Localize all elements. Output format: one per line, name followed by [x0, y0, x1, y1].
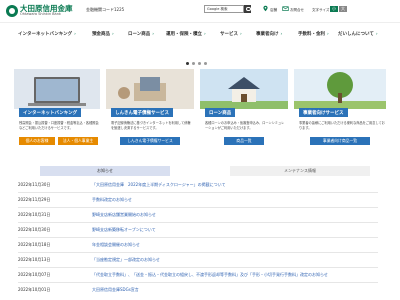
nav-item-investment[interactable]: 運用・保険・積立 [166, 30, 206, 40]
news-link[interactable]: 「大田原信用金庫 2022年度上半期ディスクロージャー」の掲載について [92, 182, 226, 188]
logo-sub: Ohtawara Shinkin Bank [20, 12, 61, 16]
news-date: 2022年10月01日 [18, 287, 51, 292]
bank-code: 金融機関コード1225 [86, 7, 125, 12]
loan-products-button[interactable]: 商品一覧 [224, 137, 264, 145]
nav-item-service[interactable]: サービス [220, 30, 242, 40]
card-desc: 電子記録債権法に基づきインターネットを利用して債権を譲渡し決済するサービスです。 [111, 121, 191, 130]
slider-dot-1[interactable] [186, 62, 189, 65]
card-business: 事業者向けサービス 事業者の皆様にご利用いただける便利な商品をご用意しております… [294, 69, 386, 151]
news-link[interactable]: 年金相談会開催のお知らせ [92, 242, 140, 248]
card-title: インターネットバンキング [19, 108, 82, 117]
news-list: 2022年11月30日 「大田原信用金庫 2022年度上半期ディスクロージャー」… [0, 178, 400, 300]
house-image [200, 69, 288, 109]
news-link[interactable]: 手数料改定のお知らせ [92, 197, 132, 203]
news-date: 2022年10月18日 [18, 242, 51, 247]
search-button[interactable] [244, 5, 251, 13]
service-cards: インターネットバンキング 残高照会・振込振替・口座振替・税金等払込・各種照会など… [0, 69, 400, 161]
news-row[interactable]: 2022年10月01日 大田原信用金庫SDGs宣言 [18, 283, 378, 298]
news-date: 2022年11月30日 [18, 182, 51, 187]
store-icon[interactable] [262, 5, 269, 12]
store-label[interactable]: 店舗 [270, 8, 277, 13]
site-header: 大田原信用金庫 Ohtawara Shinkin Bank 金融機関コード122… [0, 0, 400, 22]
news-tabs: お知らせ メンテナンス情報 [0, 164, 400, 176]
logo-icon[interactable] [6, 5, 18, 17]
card-desc: 残高照会・振込振替・口座振替・税金等払込・各種照会などご利用いただけるサービスで… [19, 121, 99, 130]
nav-item-business[interactable]: 事業者向け [256, 30, 282, 40]
office-image [106, 69, 194, 109]
nav-item-loan[interactable]: ローン商品 [128, 30, 154, 40]
business-products-button[interactable]: 事業者向け商品一覧 [310, 137, 370, 145]
news-date: 2022年10月13日 [18, 257, 51, 262]
card-e-credit: しんきん電子債権サービス 電子記録債権法に基づきインターネットを利用して債権を譲… [106, 69, 194, 151]
card-desc: 事業者の皆様にご利用いただける便利な商品をご用意しております。 [299, 121, 385, 130]
corporate-customer-button[interactable]: 法人・個人事業主 [58, 137, 98, 145]
font-small-button[interactable]: 小 [330, 6, 338, 12]
news-row[interactable]: 2022年10月30日 野崎支店新築移転オープンについて [18, 223, 378, 238]
news-link[interactable]: 野崎支店新築移転オープンについて [92, 227, 156, 233]
news-date: 2022年10月30日 [18, 227, 51, 232]
e-credit-button[interactable]: しんきん電子債権サービス [120, 137, 180, 145]
card-title: しんきん電子債権サービス [111, 108, 173, 117]
card-loan: ローン商品 各種ローンのお申込み・仮審査申込み、ローンシミュレーションがご利用い… [200, 69, 288, 151]
news-row[interactable]: 2022年10月07日 「代金取立手数料」、「送金・振込・代金取立の組戻し、不渡… [18, 268, 378, 283]
global-nav: インターネットバンキング 預金商品 ローン商品 運用・保険・積立 サービス 事業… [0, 22, 400, 46]
card-title: ローン商品 [205, 108, 236, 117]
tab-news[interactable]: お知らせ [40, 166, 170, 176]
tab-maintenance[interactable]: メンテナンス情報 [230, 166, 370, 176]
mail-icon[interactable] [282, 5, 289, 12]
personal-customer-button[interactable]: 個人のお客様 [19, 137, 55, 145]
news-date: 2022年10月31日 [18, 212, 51, 217]
slider-dot-4[interactable] [204, 62, 207, 65]
fontsize-label: 文字サイズ [312, 8, 330, 12]
nav-item-about[interactable]: だいしんについて [338, 30, 378, 40]
laptop-image [14, 69, 100, 109]
tree-image [294, 69, 386, 109]
news-row[interactable]: 2022年11月30日 「大田原信用金庫 2022年度上半期ディスクロージャー」… [18, 178, 378, 193]
news-link[interactable]: 「当座勘定規定」一部改定のお知らせ [92, 257, 160, 263]
slider-dot-2[interactable] [192, 62, 195, 65]
news-row[interactable]: 2022年10月18日 年金相談会開催のお知らせ [18, 238, 378, 253]
nav-item-fees[interactable]: 手数料・金利 [298, 30, 329, 40]
search-input[interactable]: Google 検索 [204, 5, 244, 13]
card-internet-banking: インターネットバンキング 残高照会・振込振替・口座振替・税金等払込・各種照会など… [14, 69, 100, 151]
card-title: 事業者向けサービス [299, 108, 348, 117]
slider-dot-3[interactable] [198, 62, 201, 65]
news-row[interactable]: 2022年11月29日 手数料改定のお知らせ [18, 193, 378, 208]
news-row[interactable]: 2022年10月13日 「当座勘定規定」一部改定のお知らせ [18, 253, 378, 268]
font-large-button[interactable]: 大 [339, 6, 347, 12]
card-desc: 各種ローンのお申込み・仮審査申込み、ローンシミュレーションがご利用いただけます。 [205, 121, 285, 130]
news-link[interactable]: 野崎支店新店舗営業開始のお知らせ [92, 212, 156, 218]
qa-label[interactable]: お問合せ [290, 8, 304, 13]
news-date: 2022年11月29日 [18, 197, 51, 202]
nav-item-deposit[interactable]: 預金商品 [92, 30, 114, 40]
news-link[interactable]: 「代金取立手数料」、「送金・振込・代金取立の組戻し、不渡手形返却等手数料」及び「… [92, 272, 376, 278]
news-row[interactable]: 2022年10月31日 野崎支店新店舗営業開始のお知らせ [18, 208, 378, 223]
news-link[interactable]: 大田原信用金庫SDGs宣言 [92, 287, 139, 293]
news-date: 2022年10月07日 [18, 272, 51, 277]
nav-item-internet-banking[interactable]: インターネットバンキング [18, 30, 76, 40]
